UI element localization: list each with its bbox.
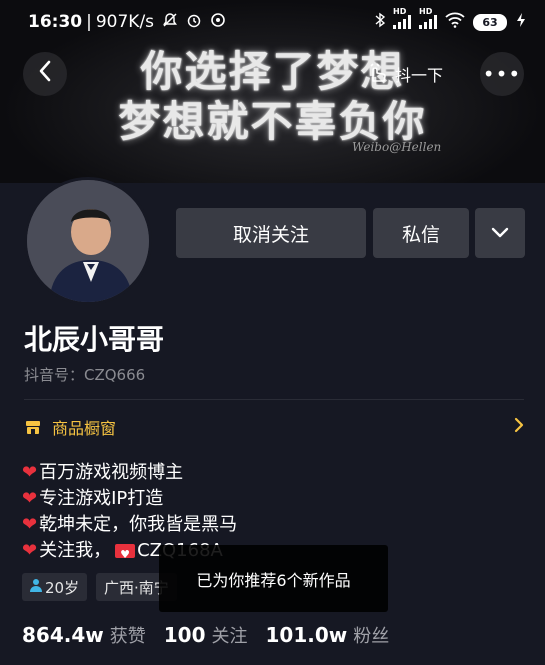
bio-line: ❤ 乾坤未定，你我皆是黑马 [22, 512, 237, 538]
bio-text-1: 百万游戏视频博主 [39, 462, 184, 483]
bio-text-2: 专注游戏IP打造 [39, 488, 164, 509]
heart-icon: ❤ [22, 540, 38, 561]
shop-window-row[interactable]: 商品橱窗 [24, 412, 524, 442]
status-time: 16:30 [28, 12, 83, 32]
bluetooth-icon [375, 12, 386, 32]
likes-count: 864.4w [22, 623, 104, 647]
shake-share-button[interactable]: 抖一下 [357, 55, 453, 93]
banner-watermark: Weibo@Hellen [352, 140, 442, 154]
profile-name: 北辰小哥哥 [24, 323, 165, 356]
chevron-down-icon [491, 222, 509, 244]
shop-icon [24, 418, 42, 436]
bio-line: ❤ 百万游戏视频博主 [22, 460, 237, 486]
bio-line: ❤ 专注游戏IP打造 [22, 486, 237, 512]
signal-icon-1: HD [393, 7, 411, 29]
mute-icon [162, 12, 178, 32]
status-separator: | [86, 12, 92, 32]
love-letter-icon [115, 542, 136, 568]
heart-icon: ❤ [22, 514, 38, 535]
status-net-speed: 907K/s [95, 12, 155, 32]
toast-message: 已为你推荐6个新作品 [159, 545, 388, 612]
stats-row: 864.4w 获赞 100 关注 101.0w 粉丝 [22, 622, 407, 648]
status-right: HD HD 63 [375, 7, 527, 32]
avatar-image [27, 180, 149, 302]
message-button[interactable]: 私信 [373, 208, 469, 258]
banner-text-line2: 梦想就不辜负你 [118, 97, 427, 146]
charging-icon [515, 12, 527, 32]
more-button[interactable]: ••• [480, 52, 524, 96]
recommend-dropdown-button[interactable] [475, 208, 525, 258]
following-label[interactable]: 关注 [212, 622, 248, 648]
bio-text-4: 关注我， [39, 540, 112, 561]
hand-icon [367, 61, 389, 87]
heart-icon: ❤ [22, 462, 38, 483]
shop-window-label: 商品橱窗 [52, 419, 117, 438]
person-icon [30, 578, 42, 596]
followers-count[interactable]: 101.0w [266, 623, 348, 647]
status-bar: 16:30 | 907K/s HD HD 63 [0, 0, 545, 44]
back-button[interactable] [23, 52, 67, 96]
heart-icon: ❤ [22, 488, 38, 509]
chevron-right-icon [514, 417, 524, 438]
shake-share-label: 抖一下 [395, 66, 444, 85]
battery-icon: 63 [473, 13, 507, 31]
age-tag: 20岁 [22, 573, 88, 601]
bio-text-3: 乾坤未定，你我皆是黑马 [39, 514, 238, 535]
age-text: 20岁 [45, 578, 80, 597]
sync-icon [210, 12, 226, 32]
likes-label: 获赞 [109, 626, 146, 647]
alarm-icon [186, 12, 202, 32]
wifi-icon [445, 12, 465, 32]
signal-icon-2: HD [419, 7, 437, 29]
more-dots-icon: ••• [482, 62, 522, 86]
douyin-id: 抖音号：CZQ666 [24, 366, 146, 384]
unfollow-button[interactable]: 取消关注 [176, 208, 366, 258]
back-arrow-icon [38, 60, 52, 88]
divider [24, 399, 524, 400]
following-count[interactable]: 100 [164, 623, 206, 647]
followers-label[interactable]: 粉丝 [353, 622, 389, 648]
avatar[interactable] [24, 177, 152, 305]
